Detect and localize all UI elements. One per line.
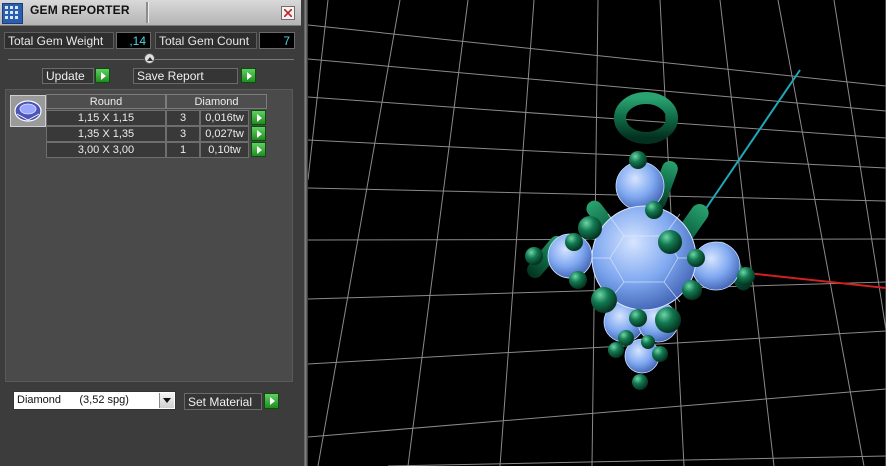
- row-size: 1,35 X 1,35: [46, 126, 166, 142]
- chevron-down-icon[interactable]: [159, 393, 174, 408]
- material-dropdown[interactable]: Diamond (3,52 spg): [13, 391, 176, 410]
- divider-collapse-icon[interactable]: [144, 53, 155, 64]
- total-count-label: Total Gem Count: [155, 32, 257, 49]
- column-header-shape: Round: [46, 94, 166, 109]
- row-weight: 0,027tw: [200, 126, 249, 142]
- gem-thumbnail-icon: [10, 95, 46, 127]
- window-title: GEM REPORTER: [30, 3, 130, 17]
- row-qty: 3: [166, 126, 200, 142]
- total-weight-value: ,14: [116, 32, 151, 49]
- row-size: 1,15 X 1,15: [46, 110, 166, 126]
- 3d-scene[interactable]: [308, 0, 886, 466]
- gem-reporter-panel: GEM REPORTER Total Gem Weight ,14 Total …: [0, 0, 303, 466]
- total-count-value: 7: [259, 32, 295, 49]
- row-qty: 3: [166, 110, 200, 126]
- column-header-material: Diamond: [166, 94, 267, 109]
- pendant-model: [525, 92, 755, 390]
- total-weight-label: Total Gem Weight: [4, 32, 114, 49]
- row-select-arrow-icon[interactable]: [251, 110, 266, 125]
- material-selected-value: Diamond (3,52 spg): [17, 394, 129, 406]
- set-material-button[interactable]: Set Material: [184, 393, 262, 410]
- save-report-arrow-icon[interactable]: [241, 68, 256, 83]
- app-grid-icon: [2, 3, 23, 24]
- save-report-button[interactable]: Save Report: [133, 68, 238, 84]
- row-select-arrow-icon[interactable]: [251, 142, 266, 157]
- row-weight: 0,016tw: [200, 110, 249, 126]
- title-bar[interactable]: GEM REPORTER: [0, 0, 301, 26]
- update-arrow-icon[interactable]: [95, 68, 110, 83]
- close-icon: [284, 9, 292, 17]
- row-select-arrow-icon[interactable]: [251, 126, 266, 141]
- row-size: 3,00 X 3,00: [46, 142, 166, 158]
- update-button[interactable]: Update: [42, 68, 94, 84]
- title-separator: [146, 2, 149, 23]
- row-qty: 1: [166, 142, 200, 158]
- close-button[interactable]: [281, 6, 295, 20]
- 3d-viewport[interactable]: [308, 0, 886, 466]
- bail-ring: [614, 92, 678, 144]
- set-material-arrow-icon[interactable]: [264, 393, 279, 409]
- row-weight: 0,10tw: [200, 142, 249, 158]
